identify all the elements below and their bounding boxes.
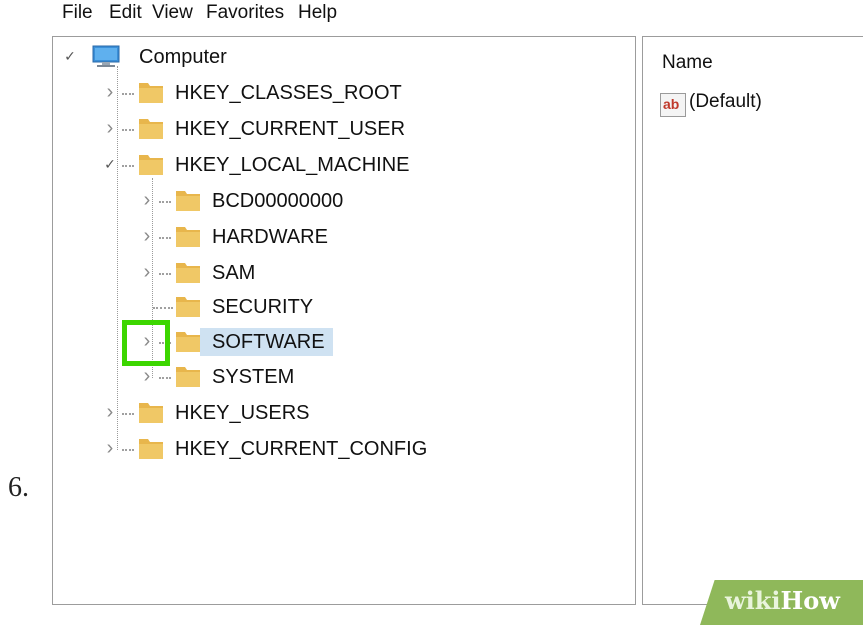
tree-dots xyxy=(159,273,171,275)
chevron-right-icon[interactable]: › xyxy=(100,116,120,140)
tree-dots xyxy=(153,307,173,309)
watermark-logo: wikiHow xyxy=(725,586,840,615)
folder-icon xyxy=(138,80,164,104)
chevron-down-icon[interactable]: ✓ xyxy=(100,152,120,176)
tree-dots xyxy=(122,129,134,131)
menu-file[interactable]: File xyxy=(62,2,93,24)
tree-dots xyxy=(159,201,171,203)
menu-edit[interactable]: Edit xyxy=(109,2,142,24)
menu-help[interactable]: Help xyxy=(298,2,337,24)
tree-item-label: HKEY_USERS xyxy=(175,402,310,424)
tree-item-label: HKEY_LOCAL_MACHINE xyxy=(175,154,410,176)
folder-icon xyxy=(175,188,201,212)
tree-item-hkey-local-machine[interactable]: ✓ HKEY_LOCAL_MACHINE xyxy=(100,148,440,182)
chevron-right-icon[interactable]: › xyxy=(100,80,120,104)
tree-dots xyxy=(122,449,134,451)
tree-item-label: HKEY_CLASSES_ROOT xyxy=(175,82,402,104)
tree-item-label: HKEY_CURRENT_USER xyxy=(175,118,406,140)
tree-item-sam[interactable]: › SAM xyxy=(137,256,397,290)
tree-item-hkey-current-config[interactable]: › HKEY_CURRENT_CONFIG xyxy=(100,432,460,466)
tree-item-label: SOFTWARE xyxy=(200,328,333,356)
folder-icon xyxy=(175,260,201,284)
menu-favorites[interactable]: Favorites xyxy=(206,2,284,24)
tree-dots xyxy=(122,413,134,415)
tree-item-hkey-users[interactable]: › HKEY_USERS xyxy=(100,396,420,430)
tree-dots xyxy=(122,93,134,95)
folder-icon xyxy=(175,364,201,388)
folder-icon xyxy=(138,436,164,460)
tree-item-hardware[interactable]: › HARDWARE xyxy=(137,220,397,254)
registry-values-pane[interactable] xyxy=(642,36,863,605)
menu-view[interactable]: View xyxy=(152,2,193,24)
tree-dots xyxy=(122,165,134,167)
tree-item-label: BCD00000000 xyxy=(212,190,344,212)
chevron-right-icon[interactable]: › xyxy=(137,224,157,248)
tree-item-software[interactable]: › SOFTWARE xyxy=(137,325,397,359)
tree-item-computer[interactable]: ✓ Computer xyxy=(60,40,310,74)
tree-item-bcd00000000[interactable]: › BCD00000000 xyxy=(137,184,397,218)
tree-item-label: SECURITY xyxy=(212,296,314,318)
folder-icon xyxy=(175,329,201,353)
chevron-right-icon[interactable]: › xyxy=(100,436,120,460)
tree-item-label: SYSTEM xyxy=(212,366,295,388)
chevron-right-icon[interactable]: › xyxy=(137,364,157,388)
column-header-name[interactable]: Name xyxy=(662,52,713,74)
tree-item-label: SAM xyxy=(212,262,256,284)
tree-dots xyxy=(159,237,171,239)
chevron-right-icon[interactable]: › xyxy=(137,260,157,284)
string-value-icon: ab xyxy=(660,93,686,117)
tree-dots xyxy=(159,377,171,379)
folder-icon xyxy=(138,400,164,424)
chevron-right-icon[interactable]: › xyxy=(100,400,120,424)
chevron-right-icon[interactable]: › xyxy=(137,188,157,212)
menu-bar: File Edit View Favorites Help xyxy=(49,0,863,34)
folder-icon xyxy=(175,294,201,318)
tree-item-hkey-classes-root[interactable]: › HKEY_CLASSES_ROOT xyxy=(100,76,420,110)
tree-item-security[interactable]: SECURITY xyxy=(137,290,397,324)
computer-icon xyxy=(90,45,120,69)
step-number: 6. xyxy=(8,472,29,503)
tree-item-label: HARDWARE xyxy=(212,226,328,248)
highlight-box xyxy=(122,320,170,366)
registry-value-name: (Default) xyxy=(689,91,762,112)
tree-item-label: HKEY_CURRENT_CONFIG xyxy=(175,438,428,460)
folder-icon xyxy=(138,116,164,140)
chevron-down-icon[interactable]: ✓ xyxy=(60,44,80,68)
tree-item-system[interactable]: › SYSTEM xyxy=(137,360,397,394)
tree-item-label: Computer xyxy=(139,46,227,68)
tree-item-hkey-current-user[interactable]: › HKEY_CURRENT_USER xyxy=(100,112,420,146)
folder-icon xyxy=(175,224,201,248)
folder-icon xyxy=(138,152,164,176)
